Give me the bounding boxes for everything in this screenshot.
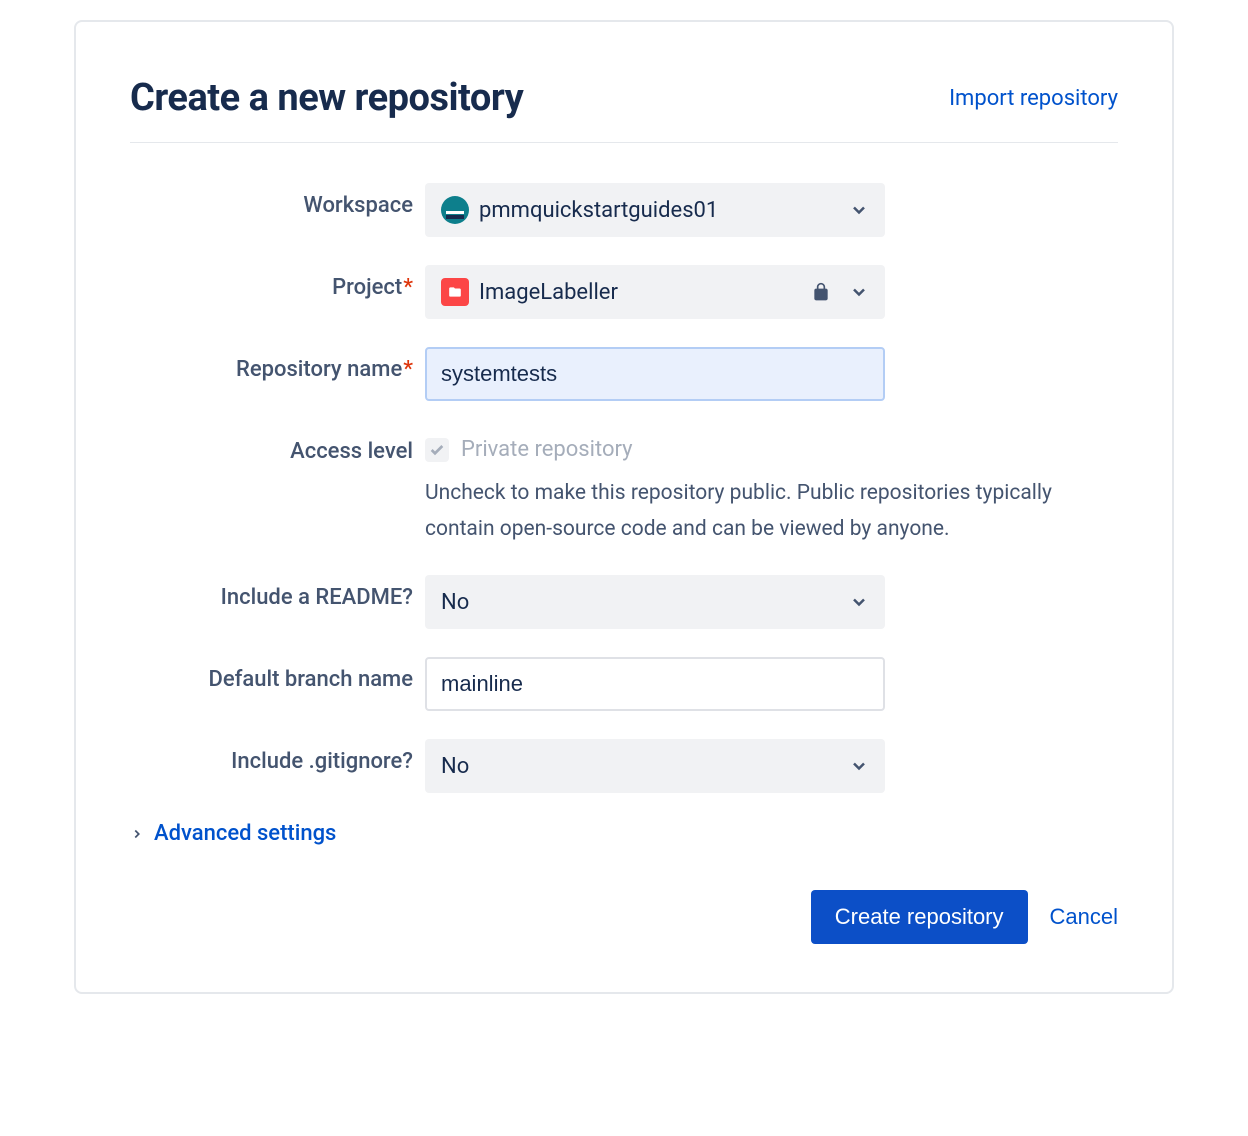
access-level-help: Uncheck to make this repository public. …	[425, 476, 1118, 547]
gitignore-value: No	[441, 754, 469, 779]
private-checkbox	[425, 438, 449, 462]
gitignore-label: Include .gitignore?	[130, 739, 425, 774]
readme-row: Include a README? No	[130, 575, 1118, 629]
branch-label: Default branch name	[130, 657, 425, 692]
workspace-avatar-icon	[441, 196, 469, 224]
lock-icon	[811, 281, 831, 303]
form: Workspace pmmquickstartguides01 Project*	[130, 183, 1118, 944]
import-repository-link[interactable]: Import repository	[949, 86, 1118, 111]
required-marker: *	[403, 357, 413, 382]
chevron-down-icon	[849, 282, 869, 302]
project-row: Project* ImageLabeller	[130, 265, 1118, 319]
chevron-down-icon	[849, 756, 869, 776]
gitignore-select[interactable]: No	[425, 739, 885, 793]
project-select[interactable]: ImageLabeller	[425, 265, 885, 319]
access-level-label: Access level	[130, 429, 425, 464]
project-avatar-icon	[441, 278, 469, 306]
repo-name-row: Repository name*	[130, 347, 1118, 401]
branch-row: Default branch name	[130, 657, 1118, 711]
private-checkbox-label: Private repository	[461, 437, 633, 462]
cancel-button[interactable]: Cancel	[1050, 904, 1118, 930]
project-value: ImageLabeller	[479, 280, 618, 305]
readme-select[interactable]: No	[425, 575, 885, 629]
chevron-down-icon	[849, 592, 869, 612]
readme-label: Include a README?	[130, 575, 425, 610]
private-checkbox-wrap: Private repository	[425, 429, 1118, 462]
readme-value: No	[441, 590, 469, 615]
project-label: Project*	[130, 265, 425, 300]
folder-icon	[447, 285, 463, 299]
workspace-value: pmmquickstartguides01	[479, 198, 718, 223]
access-level-row: Access level Private repository Uncheck …	[130, 429, 1118, 547]
check-icon	[429, 442, 445, 458]
repo-name-input[interactable]	[425, 347, 885, 401]
header-row: Create a new repository Import repositor…	[130, 76, 1118, 143]
gitignore-row: Include .gitignore? No	[130, 739, 1118, 793]
advanced-settings-toggle[interactable]: Advanced settings	[130, 821, 1118, 846]
workspace-select[interactable]: pmmquickstartguides01	[425, 183, 885, 237]
required-marker: *	[403, 275, 413, 300]
actions-row: Create repository Cancel	[130, 890, 1118, 944]
workspace-label: Workspace	[130, 183, 425, 218]
branch-input[interactable]	[425, 657, 885, 711]
chevron-down-icon	[849, 200, 869, 220]
repo-name-label: Repository name*	[130, 347, 425, 382]
advanced-settings-label: Advanced settings	[154, 821, 336, 846]
create-repository-button[interactable]: Create repository	[811, 890, 1028, 944]
chevron-right-icon	[130, 827, 144, 841]
page-title: Create a new repository	[130, 76, 523, 120]
create-repository-card: Create a new repository Import repositor…	[74, 20, 1174, 994]
workspace-row: Workspace pmmquickstartguides01	[130, 183, 1118, 237]
